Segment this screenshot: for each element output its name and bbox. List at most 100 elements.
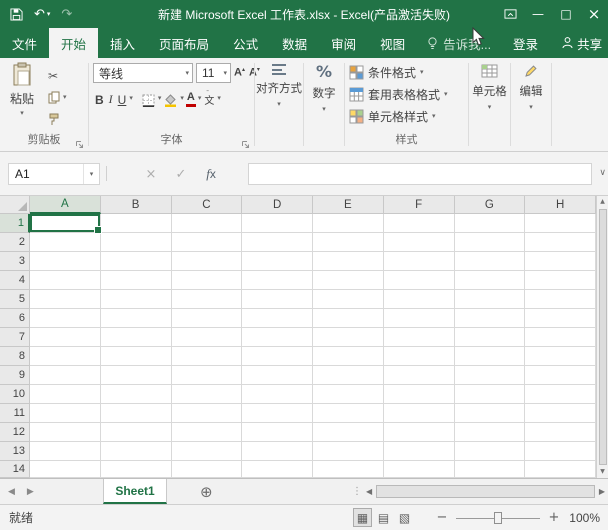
row-header[interactable]: 7 [0, 328, 30, 347]
grid-cell[interactable] [455, 290, 526, 309]
grid-cell[interactable] [172, 252, 243, 271]
name-box[interactable]: A1 ▾ [8, 163, 100, 185]
cut-button[interactable]: ✂ [48, 68, 67, 83]
grid-cell[interactable] [313, 290, 384, 309]
zoom-slider-thumb[interactable] [494, 512, 502, 524]
grid-cell[interactable] [525, 404, 596, 423]
grid-cell[interactable] [242, 290, 313, 309]
grid-cell[interactable] [525, 328, 596, 347]
formula-bar-expand-button[interactable]: ∨ [599, 168, 606, 178]
font-dialog-launcher[interactable] [241, 138, 250, 147]
grid-cell[interactable] [242, 404, 313, 423]
column-header[interactable]: C [172, 196, 243, 214]
grid-cell[interactable] [172, 309, 243, 328]
column-header[interactable]: G [455, 196, 526, 214]
grid-cell[interactable] [525, 385, 596, 404]
grid-cell[interactable] [384, 461, 455, 478]
font-name-select[interactable]: 等线 ▾ [93, 63, 193, 83]
grid-cell[interactable] [313, 328, 384, 347]
row-header[interactable]: 14 [0, 461, 30, 478]
row-header[interactable]: 10 [0, 385, 30, 404]
grid-cell[interactable] [242, 423, 313, 442]
alignment-group-button[interactable]: 对齐方式 ▾ [255, 64, 303, 108]
scroll-down-button[interactable]: ▼ [600, 468, 605, 476]
row-header[interactable]: 13 [0, 442, 30, 461]
column-header[interactable]: E [313, 196, 384, 214]
grid-cell[interactable] [30, 290, 101, 309]
row-header[interactable]: 4 [0, 271, 30, 290]
vertical-scrollbar[interactable]: ▲ ▼ [596, 196, 608, 478]
grid-cell[interactable] [172, 423, 243, 442]
grid-cell[interactable] [455, 461, 526, 478]
row-header[interactable]: 2 [0, 233, 30, 252]
grid-cell[interactable] [30, 442, 101, 461]
tab-page-layout[interactable]: 页面布局 [147, 28, 221, 58]
grid-cell[interactable] [242, 309, 313, 328]
grid-cell[interactable] [525, 252, 596, 271]
grid-cell[interactable] [384, 366, 455, 385]
zoom-out-button[interactable]: − [435, 510, 449, 525]
grid-cell[interactable] [172, 404, 243, 423]
grid-cell[interactable] [313, 271, 384, 290]
grid-cell[interactable] [384, 328, 455, 347]
horizontal-scroll-track[interactable] [374, 485, 597, 498]
grid-cell[interactable] [313, 385, 384, 404]
font-color-button[interactable]: A [185, 90, 197, 107]
grid-cell[interactable] [30, 309, 101, 328]
number-group-button[interactable]: % 数字 ▾ [304, 64, 344, 113]
grid-cell[interactable] [455, 366, 526, 385]
underline-button[interactable]: U [116, 90, 129, 107]
grid-cell[interactable] [384, 423, 455, 442]
grid-cell[interactable] [455, 442, 526, 461]
scroll-up-button[interactable]: ▲ [600, 198, 605, 206]
grid-cell[interactable] [525, 461, 596, 478]
bold-button[interactable]: B [93, 90, 106, 107]
tell-me-box[interactable]: 告诉我... [417, 28, 501, 58]
format-painter-button[interactable] [48, 112, 67, 127]
grid-cell[interactable] [384, 385, 455, 404]
grid-cell[interactable] [101, 461, 172, 478]
grid-cell[interactable] [30, 233, 101, 252]
grid-cell[interactable] [313, 423, 384, 442]
grid-cell[interactable] [101, 366, 172, 385]
grid-cell[interactable] [172, 214, 243, 233]
grid-cell[interactable] [242, 214, 313, 233]
undo-button[interactable]: ↶ ▾ [34, 8, 50, 21]
grid-cell[interactable] [172, 442, 243, 461]
name-box-dropdown[interactable]: ▾ [83, 164, 99, 184]
grid-cell[interactable] [384, 347, 455, 366]
grid-cell[interactable] [313, 214, 384, 233]
grid-cell[interactable] [525, 233, 596, 252]
grid-cell[interactable] [525, 423, 596, 442]
row-header[interactable]: 6 [0, 309, 30, 328]
normal-view-button[interactable]: ▦ [353, 508, 372, 527]
row-header[interactable]: 12 [0, 423, 30, 442]
column-header[interactable]: H [525, 196, 596, 214]
column-header[interactable]: D [242, 196, 313, 214]
grid-cell[interactable] [313, 461, 384, 478]
editing-group-button[interactable]: 编辑 ▾ [511, 64, 551, 111]
sign-in-button[interactable]: 登录 [501, 28, 550, 58]
grid-cell[interactable] [242, 366, 313, 385]
grid-cell[interactable] [242, 461, 313, 478]
grid-cell[interactable] [525, 309, 596, 328]
grid-cell[interactable] [455, 385, 526, 404]
grid-cell[interactable] [384, 290, 455, 309]
clipboard-dialog-launcher[interactable] [75, 138, 84, 147]
grid-cell[interactable] [242, 233, 313, 252]
grid-cell[interactable] [30, 347, 101, 366]
grid-cell[interactable] [101, 404, 172, 423]
grid-cell[interactable] [242, 442, 313, 461]
formula-input[interactable] [248, 163, 592, 185]
phonetic-guide-button[interactable]: 文 [202, 90, 216, 107]
italic-button[interactable]: I [107, 90, 115, 107]
grid-cell[interactable] [101, 271, 172, 290]
grid-cell[interactable] [384, 252, 455, 271]
grid-cell[interactable] [313, 442, 384, 461]
grid-cell[interactable] [101, 309, 172, 328]
grid-cell[interactable] [172, 385, 243, 404]
grid-cell[interactable] [172, 347, 243, 366]
grid-cell[interactable] [455, 309, 526, 328]
format-as-table-button[interactable]: 套用表格格式 ▾ [349, 85, 448, 104]
grid-cell[interactable] [242, 347, 313, 366]
